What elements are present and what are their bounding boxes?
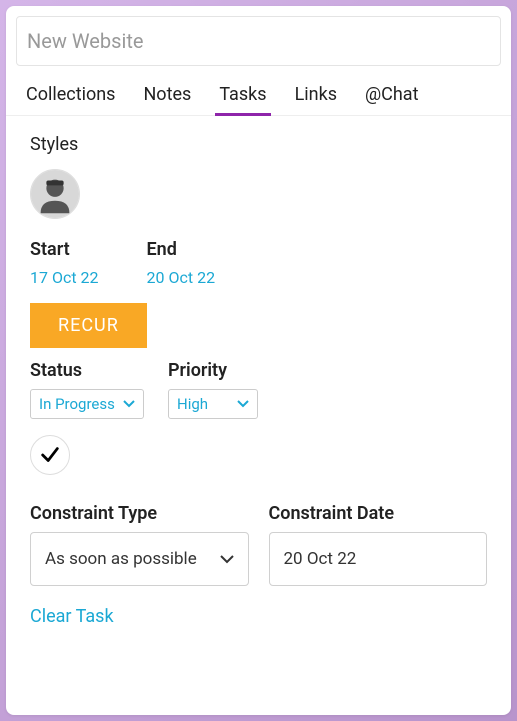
avatar-icon [31, 170, 79, 218]
tab-notes[interactable]: Notes [143, 84, 191, 115]
constraint-type-col: Constraint Type As soon as possible [30, 503, 249, 586]
check-icon [39, 444, 61, 466]
tab-collections[interactable]: Collections [26, 84, 115, 115]
priority-col: Priority High [168, 360, 258, 419]
end-date-col: End 20 Oct 22 [147, 239, 216, 287]
tab-links[interactable]: Links [295, 84, 337, 115]
tabs-bar: Collections Notes Tasks Links @Chat [6, 66, 511, 116]
start-label: Start [30, 239, 99, 260]
styles-label: Styles [30, 134, 487, 155]
status-col: Status In Progress [30, 360, 144, 419]
date-row: Start 17 Oct 22 End 20 Oct 22 [30, 239, 487, 287]
start-date-col: Start 17 Oct 22 [30, 239, 99, 287]
end-label: End [147, 239, 216, 260]
constraint-type-select[interactable]: As soon as possible [30, 532, 249, 586]
avatar[interactable] [30, 169, 80, 219]
priority-select[interactable]: High [168, 389, 258, 419]
constraint-row: Constraint Type As soon as possible Cons… [30, 503, 487, 586]
start-date-value[interactable]: 17 Oct 22 [30, 268, 99, 287]
status-select[interactable]: In Progress [30, 389, 144, 419]
constraint-date-col: Constraint Date [269, 503, 488, 586]
tab-chat[interactable]: @Chat [365, 84, 418, 115]
recur-button[interactable]: RECUR [30, 303, 147, 348]
complete-toggle[interactable] [30, 435, 70, 475]
tab-tasks[interactable]: Tasks [219, 84, 266, 115]
task-content: Styles Start 17 Oct 22 End 20 Oct 22 REC… [6, 116, 511, 715]
status-priority-row: Status In Progress Priority High [30, 360, 487, 419]
task-card: Collections Notes Tasks Links @Chat Styl… [6, 6, 511, 715]
clear-task-link[interactable]: Clear Task [30, 606, 114, 627]
end-date-value[interactable]: 20 Oct 22 [147, 268, 216, 287]
constraint-type-label: Constraint Type [30, 503, 249, 524]
constraint-date-label: Constraint Date [269, 503, 488, 524]
title-input[interactable] [16, 16, 501, 66]
priority-label: Priority [168, 360, 258, 381]
constraint-date-input[interactable] [269, 532, 488, 586]
status-label: Status [30, 360, 144, 381]
